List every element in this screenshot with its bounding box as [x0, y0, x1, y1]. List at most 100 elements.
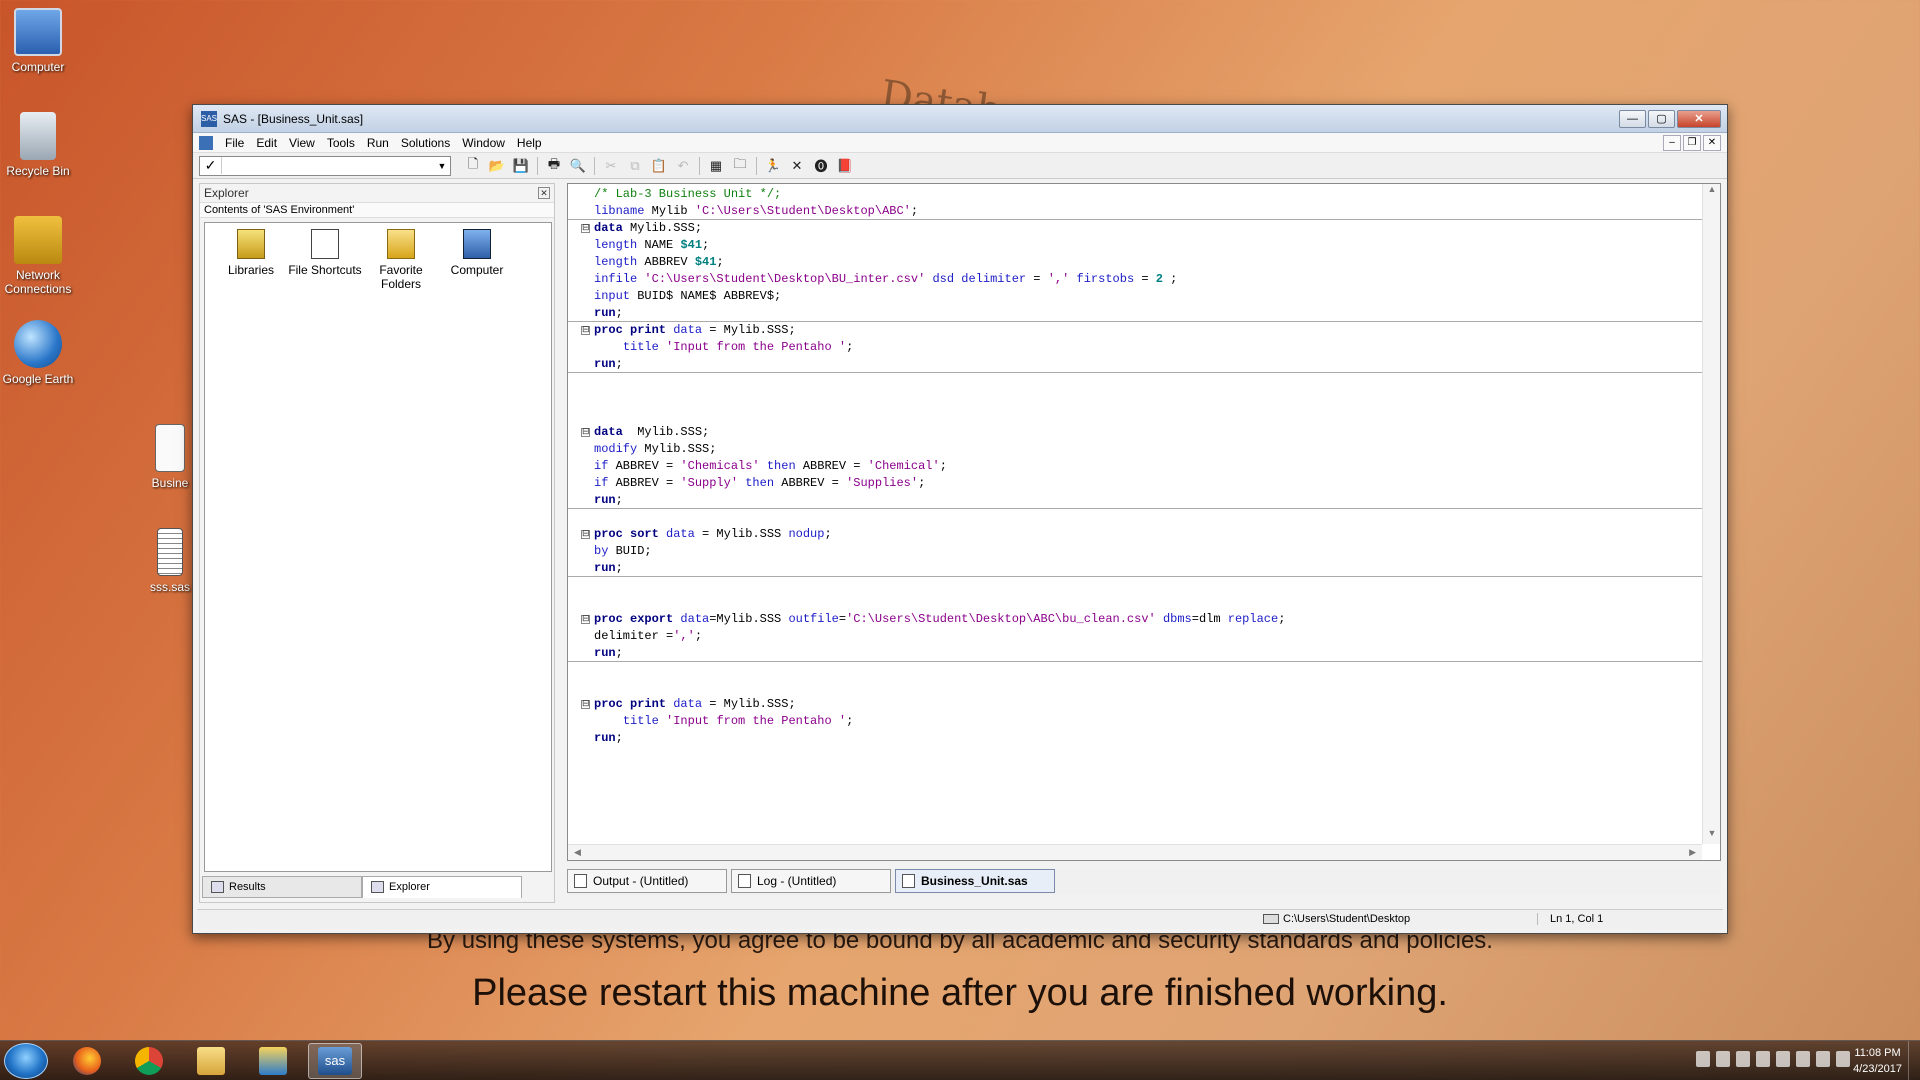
- menu-tools[interactable]: Tools: [321, 136, 361, 150]
- start-button[interactable]: [4, 1043, 48, 1079]
- code-line[interactable]: [568, 662, 1702, 679]
- explorer-icon[interactable]: 🗀: [729, 156, 751, 176]
- print-preview-icon[interactable]: 🔍: [567, 156, 589, 176]
- code-line[interactable]: length ABBREV $41;: [568, 254, 1702, 271]
- minimize-button[interactable]: —: [1619, 109, 1646, 128]
- menu-edit[interactable]: Edit: [250, 136, 283, 150]
- cut-icon[interactable]: ✂: [600, 156, 622, 176]
- taskbar-chrome[interactable]: [122, 1043, 176, 1079]
- checkmark-icon[interactable]: ✓: [200, 157, 222, 174]
- code-line[interactable]: run;: [568, 730, 1702, 747]
- copy-icon[interactable]: ⧉: [624, 156, 646, 176]
- fold-toggle-icon[interactable]: ⊟: [581, 700, 590, 709]
- title-bar[interactable]: SAS SAS - [Business_Unit.sas] — ▢ ✕: [193, 105, 1727, 133]
- code-line[interactable]: ⊟ data Mylib.SSS;: [568, 220, 1702, 237]
- code-line[interactable]: [568, 679, 1702, 696]
- taskbar-monitor-app[interactable]: [246, 1043, 300, 1079]
- code-line[interactable]: by BUID;: [568, 543, 1702, 560]
- tab-log[interactable]: Log - (Untitled): [731, 869, 891, 893]
- taskbar-file-explorer[interactable]: [184, 1043, 238, 1079]
- code-line[interactable]: run;: [568, 356, 1702, 373]
- code-line[interactable]: [568, 407, 1702, 424]
- tab-results[interactable]: Results: [202, 876, 362, 898]
- print-icon[interactable]: 🖶: [543, 156, 565, 176]
- tray-shield-icon[interactable]: [1696, 1051, 1710, 1067]
- undo-icon[interactable]: ↶: [672, 156, 694, 176]
- current-folder[interactable]: C:\Users\Student\Desktop: [1263, 913, 1410, 925]
- menu-solutions[interactable]: Solutions: [395, 136, 456, 150]
- tab-explorer[interactable]: Explorer: [362, 876, 522, 898]
- tray-update-icon[interactable]: [1756, 1051, 1770, 1067]
- submit-run-icon[interactable]: 🏃: [762, 156, 784, 176]
- code-line[interactable]: ⊟ proc sort data = Mylib.SSS nodup;: [568, 526, 1702, 543]
- taskbar-sas[interactable]: sas: [308, 1043, 362, 1079]
- code-line[interactable]: input BUID$ NAME$ ABBREV$;: [568, 288, 1702, 305]
- chevron-down-icon[interactable]: ▼: [434, 161, 450, 171]
- fold-toggle-icon[interactable]: ⊟: [581, 428, 590, 437]
- scroll-right-icon[interactable]: ▶: [1689, 845, 1696, 860]
- scroll-up-icon[interactable]: ▲: [1703, 184, 1721, 200]
- desktop-icon-recycle-bin[interactable]: Recycle Bin: [0, 112, 76, 178]
- new-icon[interactable]: 🗋: [462, 156, 484, 176]
- menu-view[interactable]: View: [283, 136, 321, 150]
- code-line[interactable]: ⊟ data Mylib.SSS;: [568, 424, 1702, 441]
- document-system-menu-icon[interactable]: [199, 135, 213, 150]
- taskbar-firefox[interactable]: [60, 1043, 114, 1079]
- tab-output[interactable]: Output - (Untitled): [567, 869, 727, 893]
- explorer-item-file-shortcuts[interactable]: File Shortcuts: [285, 229, 365, 277]
- tray-volume-icon[interactable]: [1836, 1051, 1850, 1067]
- code-line[interactable]: [568, 594, 1702, 611]
- libraries-icon[interactable]: ▦: [705, 156, 727, 176]
- code-line[interactable]: [568, 577, 1702, 594]
- code-line[interactable]: libname Mylib 'C:\Users\Student\Desktop\…: [568, 203, 1702, 220]
- document-close-button[interactable]: ✕: [1703, 134, 1721, 151]
- desktop-icon-network[interactable]: Network Connections: [0, 216, 76, 296]
- desktop-icon-sss[interactable]: sss.sas: [146, 528, 194, 594]
- tray-display-icon[interactable]: [1776, 1051, 1790, 1067]
- fold-toggle-icon[interactable]: ⊟: [581, 224, 590, 233]
- horizontal-scrollbar[interactable]: ◀ ▶: [568, 844, 1702, 860]
- code-line[interactable]: run;: [568, 645, 1702, 662]
- desktop-icon-computer[interactable]: Computer: [0, 8, 76, 74]
- code-line[interactable]: title 'Input from the Pentaho ';: [568, 713, 1702, 730]
- document-restore-button[interactable]: ❐: [1683, 134, 1701, 151]
- code-line[interactable]: delimiter =',';: [568, 628, 1702, 645]
- code-area[interactable]: /* Lab-3 Business Unit */; libname Mylib …: [568, 186, 1702, 846]
- code-line[interactable]: [568, 390, 1702, 407]
- menu-window[interactable]: Window: [456, 136, 511, 150]
- menu-file[interactable]: File: [219, 136, 250, 150]
- tab-program-editor[interactable]: Business_Unit.sas: [895, 869, 1055, 893]
- document-minimize-button[interactable]: –: [1663, 134, 1681, 151]
- clear-icon[interactable]: ✕: [786, 156, 808, 176]
- command-input[interactable]: [222, 156, 434, 175]
- desktop-icon-google-earth[interactable]: Google Earth: [0, 320, 76, 386]
- save-icon[interactable]: 💾: [510, 156, 532, 176]
- maximize-button[interactable]: ▢: [1648, 109, 1675, 128]
- code-line[interactable]: title 'Input from the Pentaho ';: [568, 339, 1702, 356]
- program-editor[interactable]: /* Lab-3 Business Unit */; libname Mylib …: [567, 183, 1721, 861]
- code-line[interactable]: ⊟ proc export data=Mylib.SSS outfile='C:\…: [568, 611, 1702, 628]
- fold-toggle-icon[interactable]: ⊟: [581, 530, 590, 539]
- menu-help[interactable]: Help: [511, 136, 548, 150]
- code-line[interactable]: run;: [568, 492, 1702, 509]
- explorer-item-computer[interactable]: Computer: [437, 229, 517, 277]
- show-desktop-button[interactable]: [1908, 1041, 1920, 1080]
- open-icon[interactable]: 📂: [486, 156, 508, 176]
- code-line[interactable]: if ABBREV = 'Supply' then ABBREV = 'Supp…: [568, 475, 1702, 492]
- code-line[interactable]: infile 'C:\Users\Student\Desktop\BU_inte…: [568, 271, 1702, 288]
- tray-battery-icon[interactable]: [1736, 1051, 1750, 1067]
- help-book-icon[interactable]: 📕: [834, 156, 856, 176]
- menu-run[interactable]: Run: [361, 136, 395, 150]
- explorer-close-icon[interactable]: ✕: [538, 187, 550, 199]
- vertical-scrollbar[interactable]: ▲ ▼: [1702, 184, 1720, 844]
- break-icon[interactable]: ⓿: [810, 156, 832, 176]
- tray-network-icon[interactable]: [1716, 1051, 1730, 1067]
- tray-wifi-icon[interactable]: [1816, 1051, 1830, 1067]
- scroll-down-icon[interactable]: ▼: [1703, 828, 1721, 844]
- code-line[interactable]: length NAME $41;: [568, 237, 1702, 254]
- code-line[interactable]: [568, 373, 1702, 390]
- fold-toggle-icon[interactable]: ⊟: [581, 615, 590, 624]
- code-line[interactable]: modify Mylib.SSS;: [568, 441, 1702, 458]
- close-button[interactable]: ✕: [1677, 109, 1721, 128]
- paste-icon[interactable]: 📋: [648, 156, 670, 176]
